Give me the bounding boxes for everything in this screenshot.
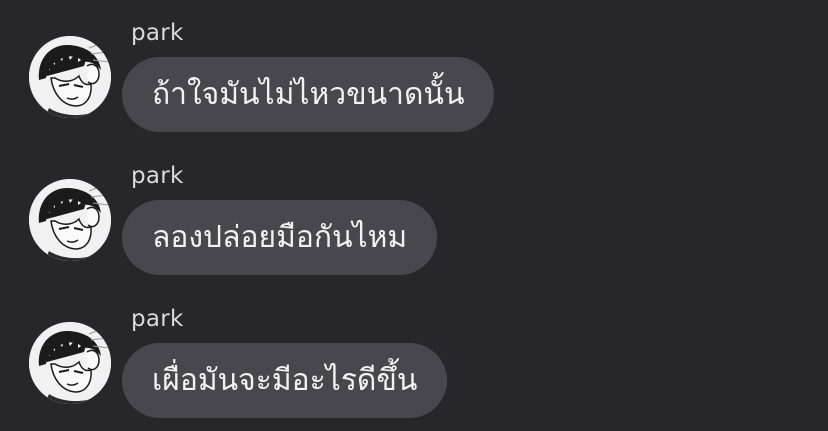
message-bubble[interactable]: เผื่อมันจะมีอะไรดีขึ้น	[122, 343, 448, 418]
chat-thread: park ถ้าใจมันไม่ไหวขนาดนั้น park ลองปล่อ…	[0, 0, 828, 431]
avatar[interactable]	[29, 322, 111, 404]
sender-name: park	[131, 20, 184, 46]
avatar[interactable]	[29, 36, 111, 118]
message-bubble[interactable]: ถ้าใจมันไม่ไหวขนาดนั้น	[122, 57, 495, 132]
manga-character-avatar-icon	[29, 179, 111, 261]
message-group: park เผื่อมันจะมีอะไรดีขึ้น	[0, 305, 828, 431]
avatar[interactable]	[29, 179, 111, 261]
message-group: park ถ้าใจมันไม่ไหวขนาดนั้น	[0, 19, 828, 149]
message-bubble[interactable]: ลองปล่อยมือกันไหม	[122, 200, 438, 275]
manga-character-avatar-icon	[29, 36, 111, 118]
manga-character-avatar-icon	[29, 322, 111, 404]
message-group: park ลองปล่อยมือกันไหม	[0, 162, 828, 292]
sender-name: park	[131, 306, 184, 332]
sender-name: park	[131, 163, 184, 189]
